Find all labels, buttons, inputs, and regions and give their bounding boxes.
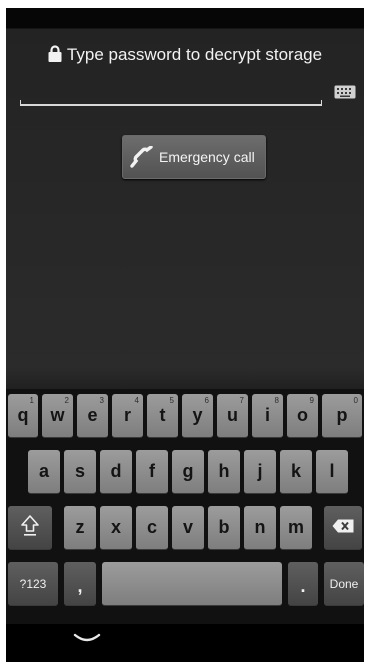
period-key-label: . [300, 576, 306, 596]
keyboard-icon[interactable] [334, 85, 356, 104]
key-v[interactable]: v [172, 506, 204, 550]
backspace-icon [332, 517, 354, 538]
lock-icon [48, 45, 62, 68]
key-y-label: y [192, 405, 203, 425]
done-key-label: Done [329, 576, 359, 591]
key-w-label: w [50, 405, 65, 425]
key-g-label: g [182, 461, 194, 481]
key-p[interactable]: p0 [322, 394, 362, 438]
key-s-label: s [74, 461, 85, 481]
key-a[interactable]: a [28, 450, 60, 494]
key-n-label: n [254, 517, 266, 537]
key-i-hint: 8 [274, 396, 279, 405]
symbols-key[interactable]: ?123 [8, 562, 58, 606]
delete-key[interactable] [324, 506, 362, 550]
password-input[interactable] [20, 86, 322, 106]
key-b-label: b [218, 517, 230, 537]
chevron-down-icon[interactable] [72, 632, 102, 651]
password-underline-right-tick [321, 100, 322, 106]
shift-icon [20, 514, 40, 541]
key-z[interactable]: z [64, 506, 96, 550]
emergency-call-label: Emergency call [159, 149, 255, 165]
key-o[interactable]: o9 [287, 394, 318, 438]
key-i-label: i [264, 405, 270, 425]
key-k[interactable]: k [280, 450, 312, 494]
key-c[interactable]: c [136, 506, 168, 550]
key-y-hint: 6 [204, 396, 209, 405]
space-key[interactable] [102, 562, 282, 606]
key-f[interactable]: f [136, 450, 168, 494]
symbols-key-label: ?123 [19, 576, 47, 591]
key-l[interactable]: l [316, 450, 348, 494]
key-m[interactable]: m [280, 506, 312, 550]
key-w[interactable]: w2 [42, 394, 73, 438]
key-r[interactable]: r4 [112, 394, 143, 438]
comma-key[interactable]: , [64, 562, 96, 606]
decrypt-prompt-text: Type password to decrypt storage [66, 45, 323, 64]
key-p-hint: 0 [353, 396, 358, 405]
key-n[interactable]: n [244, 506, 276, 550]
navigation-bar [6, 624, 364, 662]
comma-key-label: , [77, 576, 83, 596]
key-a-label: a [38, 461, 49, 481]
key-e-label: e [87, 405, 98, 425]
key-u-hint: 7 [239, 396, 244, 405]
key-u-label: u [227, 405, 238, 425]
status-bar [6, 8, 364, 28]
key-g[interactable]: g [172, 450, 204, 494]
key-r-label: r [123, 405, 131, 425]
key-d-label: d [110, 461, 122, 481]
key-q[interactable]: q1 [8, 394, 38, 438]
key-t-hint: 5 [169, 396, 174, 405]
key-p-label: p [336, 405, 348, 425]
key-e[interactable]: e3 [77, 394, 108, 438]
key-i[interactable]: i8 [252, 394, 283, 438]
key-f-label: f [149, 461, 155, 481]
key-q-label: q [17, 405, 29, 425]
key-u[interactable]: u7 [217, 394, 248, 438]
key-h-label: h [218, 461, 230, 481]
key-j[interactable]: j [244, 450, 276, 494]
key-h[interactable]: h [208, 450, 240, 494]
emergency-call-button[interactable]: Emergency call [122, 135, 266, 179]
key-o-hint: 9 [309, 396, 314, 405]
key-s[interactable]: s [64, 450, 96, 494]
period-key[interactable]: . [288, 562, 318, 606]
soft-keyboard: q1 w2 e3 r4 t5 y6 u7 i8 o9 p0 a s d f g … [6, 389, 364, 624]
shift-key[interactable] [8, 506, 52, 550]
key-d[interactable]: d [100, 450, 132, 494]
key-e-hint: 3 [99, 396, 104, 405]
key-x-label: x [110, 517, 121, 537]
key-k-label: k [290, 461, 301, 481]
key-o-label: o [297, 405, 308, 425]
key-b[interactable]: b [208, 506, 240, 550]
key-t-label: t [159, 405, 166, 425]
done-key[interactable]: Done [324, 562, 364, 606]
password-underline [20, 104, 322, 106]
key-z-label: z [75, 517, 85, 537]
key-y[interactable]: y6 [182, 394, 213, 438]
key-w-hint: 2 [64, 396, 69, 405]
decrypt-prompt: Type password to decrypt storage [6, 44, 364, 68]
phone-icon [129, 145, 153, 171]
phone-screen: Type password to decrypt storage Emergen… [6, 8, 364, 662]
key-m-label: m [287, 517, 304, 537]
key-l-label: l [329, 461, 335, 481]
key-x[interactable]: x [100, 506, 132, 550]
password-underline-left-tick [20, 100, 21, 106]
key-c-label: c [146, 517, 157, 537]
key-j-label: j [257, 461, 263, 481]
key-r-hint: 4 [134, 396, 139, 405]
key-v-label: v [182, 517, 193, 537]
key-q-hint: 1 [29, 396, 34, 405]
key-t[interactable]: t5 [147, 394, 178, 438]
